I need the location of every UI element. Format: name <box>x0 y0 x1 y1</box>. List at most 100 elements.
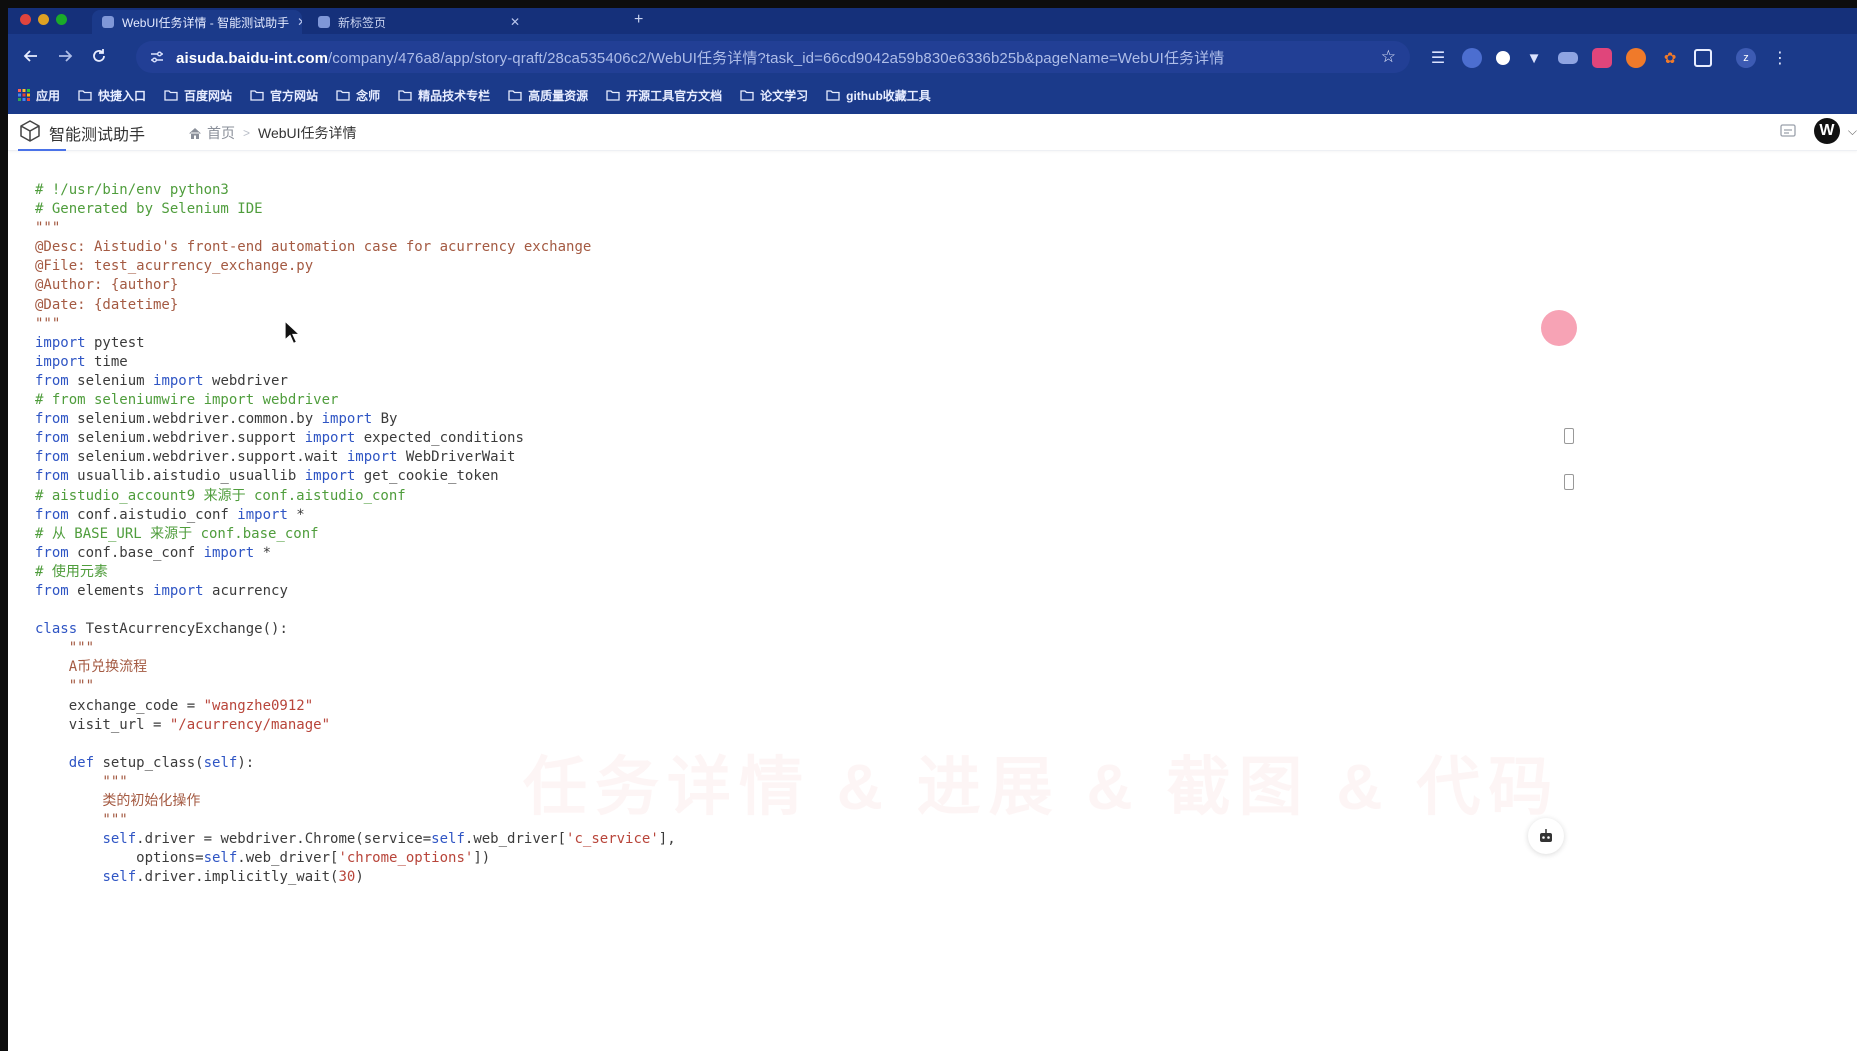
extension-icon[interactable]: ✿ <box>1660 48 1680 68</box>
folder-icon <box>826 90 840 101</box>
folder-icon <box>508 90 522 101</box>
code-token: from <box>35 449 69 466</box>
code-token: from <box>35 372 69 389</box>
url-path: /company/476a8/app/story-qraft/28ca53540… <box>328 49 1225 67</box>
extension-icon[interactable] <box>1462 48 1482 68</box>
code-token: "/acurrency/manage" <box>169 716 331 733</box>
bookmark-folder[interactable]: 快捷入口 <box>78 87 146 104</box>
tab-favicon-icon <box>318 16 330 28</box>
extension-icon[interactable] <box>1496 51 1510 65</box>
code-token: ], <box>658 831 676 848</box>
bookmark-label: 应用 <box>36 88 61 103</box>
code-token: from <box>35 411 69 428</box>
code-token: self <box>102 831 137 848</box>
code-token: ): <box>237 754 255 771</box>
code-token: import <box>203 544 255 561</box>
code-line: class TestAcurrencyExchange(): <box>35 620 676 639</box>
code-line: from selenium.webdriver.common.by import… <box>35 410 676 429</box>
bookmark-folder[interactable]: 开源工具官方文档 <box>606 87 722 104</box>
tab-strip: WebUI任务详情 - 智能测试助手 ✕ 新标签页 ✕ + <box>8 8 1857 34</box>
forward-button[interactable] <box>48 39 82 73</box>
user-avatar[interactable]: W <box>1813 118 1840 144</box>
code-line: options=self.web_driver['chrome_options'… <box>35 849 676 868</box>
code-token: * <box>287 506 305 523</box>
bookmark-folder[interactable]: 百度网站 <box>164 87 232 104</box>
code-token: get_cookie_token <box>355 468 499 485</box>
zoom-window-button[interactable] <box>56 14 67 25</box>
back-button[interactable] <box>14 39 48 73</box>
minimize-window-button[interactable] <box>38 14 49 25</box>
site-info-icon[interactable] <box>146 46 168 68</box>
app-logo-cube-icon <box>20 120 40 142</box>
code-line: from elements import acurrency <box>35 582 676 601</box>
code-token: class <box>35 621 78 638</box>
extension-icon[interactable] <box>1592 48 1612 68</box>
close-tab-icon[interactable]: ✕ <box>289 15 302 29</box>
code-token: time <box>85 353 128 370</box>
reload-button[interactable] <box>82 39 116 73</box>
code-token: from <box>35 544 69 561</box>
address-bar[interactable]: aisuda.baidu-int.com/company/476a8/app/s… <box>136 41 1410 73</box>
profile-avatar[interactable]: z <box>1736 48 1756 68</box>
code-token: selenium.webdriver.support <box>68 430 305 447</box>
folder-icon <box>78 90 92 101</box>
vue-devtools-icon[interactable]: ▼ <box>1524 48 1544 68</box>
code-line: def setup_class(self): <box>35 754 676 773</box>
chevron-down-icon[interactable]: ⌵ <box>1848 124 1857 139</box>
message-icon[interactable] <box>1780 124 1796 138</box>
code-token: selenium <box>68 372 154 389</box>
watermark-text: 任务详情 & 进展 & 截图 & 代码 <box>523 751 1561 823</box>
extension-icon[interactable] <box>1626 48 1646 68</box>
code-token: webdriver <box>203 372 288 389</box>
app-title: 智能测试助手 <box>49 127 146 144</box>
code-token: import <box>304 468 356 485</box>
code-line: """ <box>35 640 95 657</box>
reading-list-icon[interactable]: ☰ <box>1428 48 1448 68</box>
code-token: "wangzhe0912" <box>203 697 314 714</box>
floating-help-button[interactable] <box>1528 818 1564 854</box>
bookmark-folder[interactable]: 官方网站 <box>250 87 318 104</box>
code-token: import <box>153 372 204 389</box>
browser-menu-icon[interactable]: ⋮ <box>1770 48 1790 68</box>
bookmarks-bar: 应用 快捷入口 百度网站 官方网站 念师 精品技术专栏 高质量资源 开源工具官方… <box>8 80 1857 110</box>
side-handle-icon[interactable] <box>1564 428 1574 444</box>
breadcrumb-home[interactable]: 首页 <box>188 123 235 143</box>
code-viewer: # !/usr/bin/env python3 # Generated by Se… <box>35 181 676 887</box>
bookmark-label: 精品技术专栏 <box>418 88 491 103</box>
bookmark-label: 论文学习 <box>760 88 809 103</box>
bookmark-label: 开源工具官方文档 <box>626 88 723 103</box>
browser-tab-active[interactable]: WebUI任务详情 - 智能测试助手 ✕ <box>92 10 302 34</box>
breadcrumb-current: WebUI任务详情 <box>258 125 357 141</box>
code-token: self <box>203 754 238 771</box>
bookmark-folder[interactable]: github收藏工具 <box>826 87 931 104</box>
folder-icon <box>606 90 620 101</box>
window-controls <box>20 14 67 25</box>
url-text: aisuda.baidu-int.com/company/476a8/app/s… <box>176 47 1373 68</box>
code-token: self <box>203 850 238 867</box>
bookmark-apps[interactable]: 应用 <box>18 87 60 104</box>
bookmark-folder[interactable]: 精品技术专栏 <box>398 87 490 104</box>
code-token: from <box>35 468 69 485</box>
code-line: @Author: {author} <box>35 277 179 294</box>
extensions-puzzle-icon[interactable] <box>1694 49 1712 67</box>
side-handle-icon[interactable] <box>1564 474 1574 490</box>
code-token: options= <box>35 850 204 867</box>
floating-assistant-button[interactable] <box>1541 310 1577 346</box>
close-tab-icon[interactable]: ✕ <box>502 15 520 29</box>
code-line: # !/usr/bin/env python3 <box>35 182 229 198</box>
browser-tab[interactable]: 新标签页 ✕ <box>308 10 530 34</box>
url-host: aisuda.baidu-int.com <box>176 49 329 67</box>
code-token: visit_url = <box>35 716 170 733</box>
new-tab-button[interactable]: + <box>634 11 643 29</box>
code-line: """ <box>35 220 61 237</box>
code-token: expected_conditions <box>355 430 524 447</box>
close-window-button[interactable] <box>20 14 31 25</box>
code-line: 类的初始化操作 <box>35 793 201 809</box>
extension-icon[interactable] <box>1558 52 1578 64</box>
bookmark-star-icon[interactable]: ☆ <box>1381 47 1396 67</box>
bookmark-folder[interactable]: 念师 <box>336 87 380 104</box>
bookmark-folder[interactable]: 高质量资源 <box>508 87 588 104</box>
bookmark-folder[interactable]: 论文学习 <box>740 87 808 104</box>
